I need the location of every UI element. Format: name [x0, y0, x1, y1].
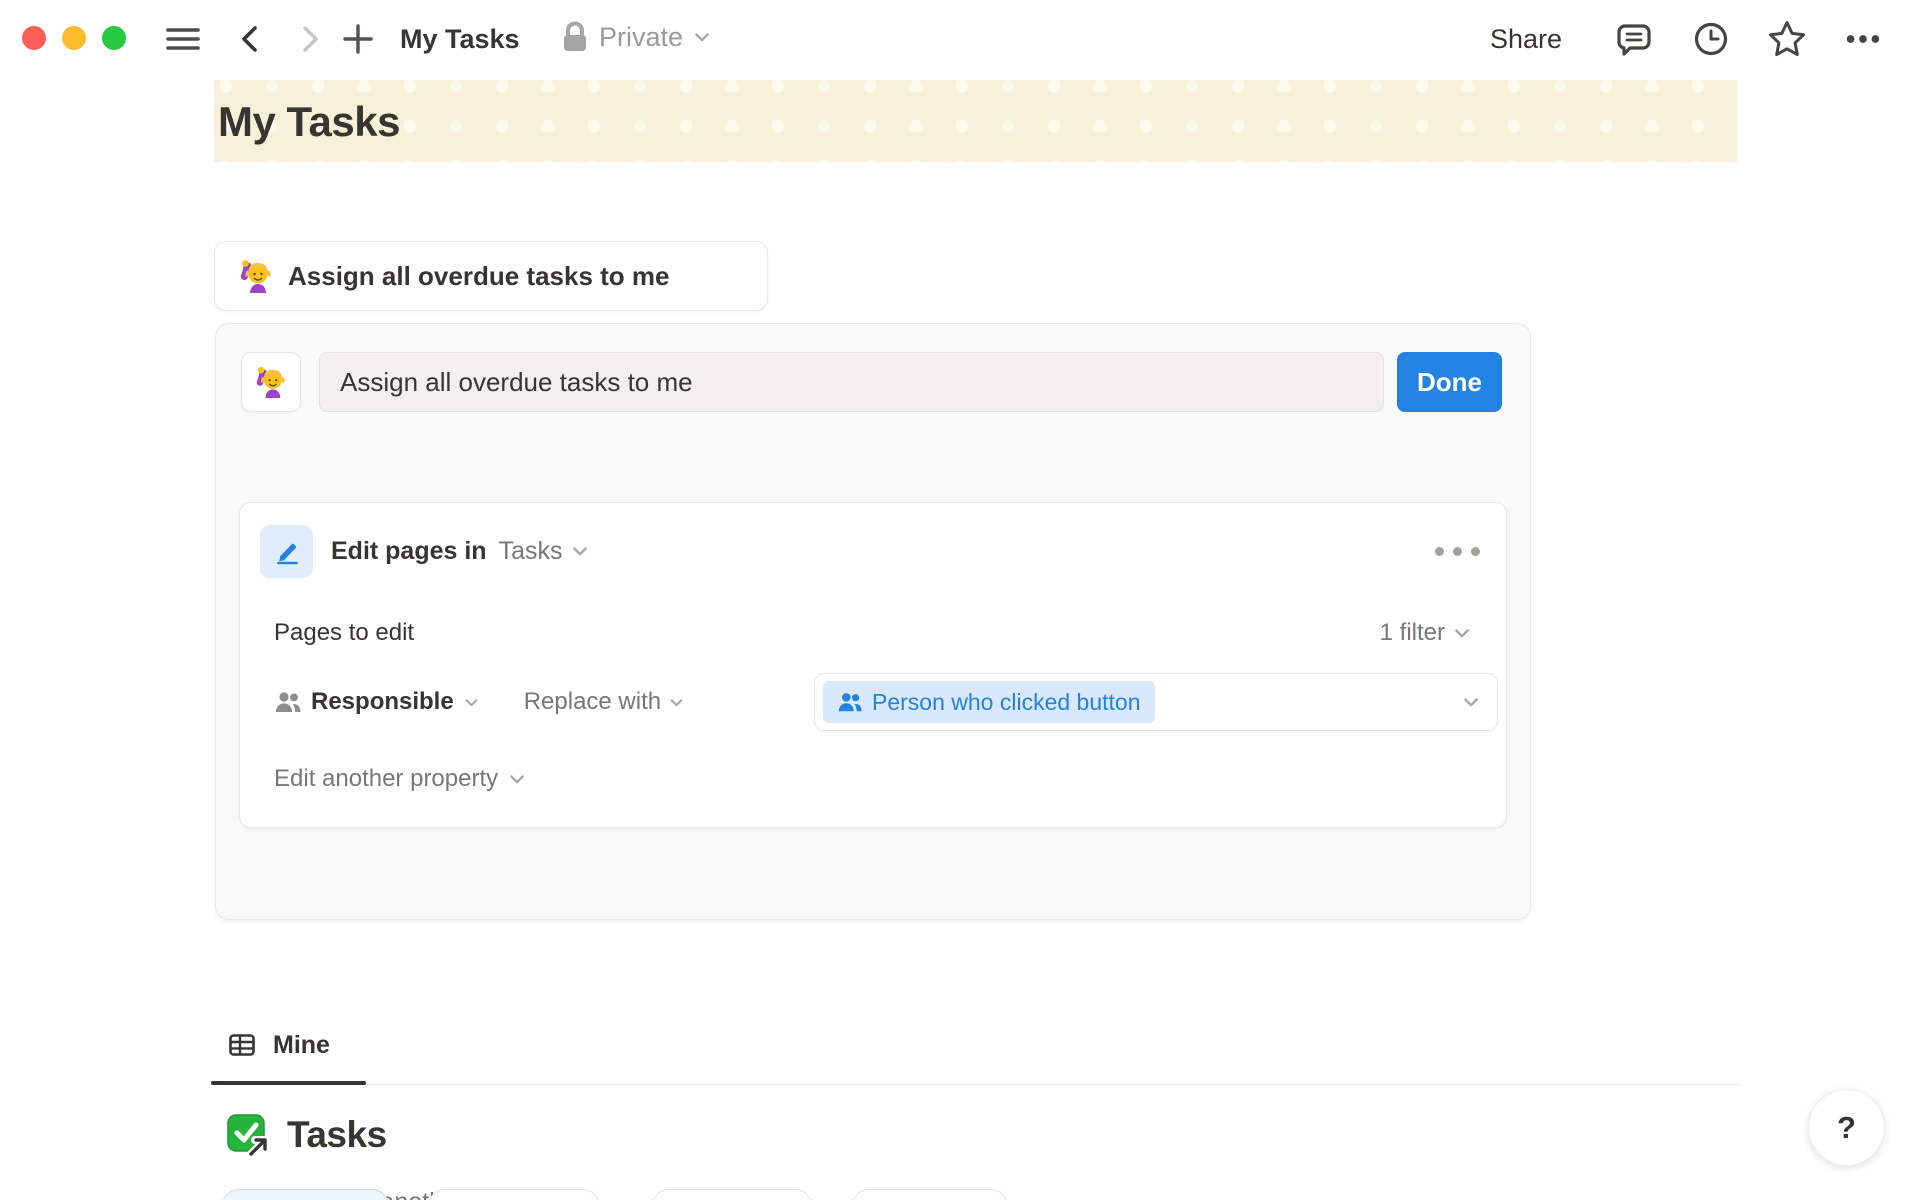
pages-to-edit-row: Pages to edit 1 filter: [274, 609, 1472, 657]
notion-window: My Tasks Private Share My Tasks: [0, 0, 1920, 1200]
edit-pencil-icon: [260, 525, 313, 578]
chevron-down-icon: [463, 694, 480, 711]
toolbar: My Tasks Private Share: [0, 0, 1920, 78]
tabs-divider: [211, 1084, 1740, 1085]
forward-icon[interactable]: [288, 18, 330, 60]
pages-to-edit-label: Pages to edit: [274, 619, 414, 647]
help-button[interactable]: ?: [1808, 1089, 1885, 1166]
comments-icon[interactable]: [1613, 18, 1655, 60]
sidebar-menu-icon[interactable]: [162, 18, 204, 60]
chevron-down-icon: [692, 27, 712, 47]
tab-mine-label: Mine: [273, 1031, 330, 1060]
emoji-picker-button[interactable]: [241, 352, 301, 412]
operator-dropdown[interactable]: Replace with: [524, 688, 685, 716]
operator-label: Replace with: [524, 688, 661, 716]
edit-another-property-button[interactable]: Edit another property: [274, 755, 527, 803]
person-chip: Person who clicked button: [823, 681, 1155, 723]
active-tab-underline: [211, 1081, 366, 1085]
property-edit-row: Responsible Replace with Person who clic…: [274, 673, 1498, 731]
tab-mine[interactable]: Mine: [227, 1020, 330, 1070]
step-action-label: Edit pages in: [331, 537, 487, 566]
filter-pill[interactable]: [222, 1189, 389, 1200]
edit-pages-step-card: Edit pages in Tasks Pages to edit 1 filt…: [239, 502, 1507, 828]
back-icon[interactable]: [230, 18, 272, 60]
breadcrumb[interactable]: My Tasks: [400, 22, 520, 56]
woman-raising-hand-emoji: [239, 259, 273, 293]
chevron-down-icon: [507, 769, 527, 789]
database-name: Tasks: [499, 537, 563, 566]
button-config-panel: Done When button is clicked Edit pages i…: [215, 323, 1531, 920]
automation-button-label: Assign all overdue tasks to me: [288, 261, 669, 292]
filter-pill[interactable]: [428, 1189, 600, 1200]
chevron-down-icon: [1461, 692, 1481, 712]
automation-button[interactable]: Assign all overdue tasks to me: [214, 241, 768, 311]
chevron-down-icon: [570, 541, 590, 561]
linked-arrow: [251, 1140, 265, 1154]
privacy-dropdown[interactable]: Private: [560, 20, 712, 54]
privacy-label: Private: [599, 22, 683, 53]
table-view-icon: [227, 1030, 257, 1060]
property-dropdown[interactable]: Responsible: [274, 688, 480, 716]
woman-raising-hand-emoji: [255, 366, 287, 398]
filter-pill[interactable]: [852, 1189, 1008, 1200]
zoom-window-button[interactable]: [102, 26, 126, 50]
step-header: Edit pages in Tasks: [260, 523, 1486, 579]
done-button[interactable]: Done: [1397, 352, 1502, 412]
linked-database-title[interactable]: Tasks: [287, 1114, 387, 1156]
edit-another-property-label: Edit another property: [274, 765, 498, 793]
new-page-icon[interactable]: [337, 18, 379, 60]
minimize-window-button[interactable]: [62, 26, 86, 50]
more-options-icon[interactable]: [1842, 18, 1884, 60]
database-dropdown[interactable]: Tasks: [499, 537, 590, 566]
people-icon: [274, 688, 302, 716]
button-name-row: Done: [241, 352, 1502, 412]
updates-clock-icon[interactable]: [1690, 18, 1732, 60]
close-window-button[interactable]: [22, 26, 46, 50]
page-cover-banner: [214, 80, 1737, 162]
chevron-down-icon: [668, 694, 685, 711]
chevron-down-icon: [1452, 623, 1472, 643]
linked-database-header: Tasks: [225, 1112, 387, 1158]
filter-pill[interactable]: [652, 1189, 812, 1200]
people-icon: [837, 689, 863, 715]
property-name: Responsible: [311, 688, 454, 716]
button-name-input[interactable]: [319, 352, 1384, 412]
person-chip-label: Person who clicked button: [872, 689, 1141, 716]
lock-icon: [560, 20, 590, 54]
step-more-options-icon[interactable]: [1429, 541, 1486, 562]
share-button[interactable]: Share: [1490, 22, 1562, 56]
page-title[interactable]: My Tasks: [218, 98, 400, 146]
favorite-star-icon[interactable]: [1766, 18, 1808, 60]
value-select[interactable]: Person who clicked button: [814, 673, 1498, 731]
check-mark-linked-database-icon: [225, 1112, 271, 1158]
filter-count-label: 1 filter: [1380, 619, 1445, 647]
filter-dropdown[interactable]: 1 filter: [1380, 619, 1472, 647]
